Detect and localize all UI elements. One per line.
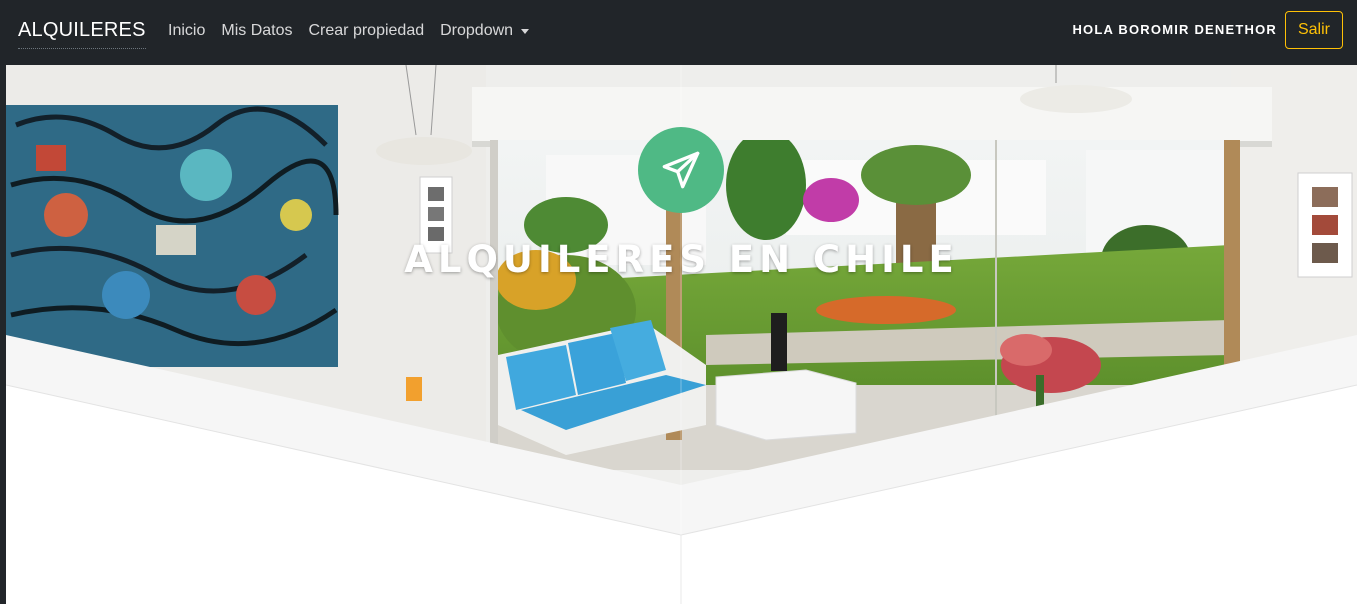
logout-button[interactable]: Salir: [1285, 11, 1343, 49]
user-greeting: HOLA BOROMIR DENETHOR: [1072, 22, 1277, 37]
top-navbar: ALQUILERES Inicio Mis Datos Crear propie…: [0, 0, 1357, 65]
nav-link-crear-propiedad[interactable]: Crear propiedad: [308, 22, 424, 40]
paper-plane-icon: [662, 151, 700, 189]
hero-title: ALQUILERES EN CHILE: [404, 238, 959, 281]
nav-link-inicio[interactable]: Inicio: [168, 22, 205, 40]
nav-links: Inicio Mis Datos Crear propiedad Dropdow…: [168, 22, 530, 40]
nav-link-mis-datos[interactable]: Mis Datos: [221, 22, 292, 40]
hero-icon-badge: [638, 127, 724, 213]
brand-link[interactable]: ALQUILERES: [18, 19, 146, 49]
dropdown-label: Dropdown: [440, 22, 514, 39]
caret-down-icon: [521, 28, 530, 34]
nav-dropdown-toggle[interactable]: Dropdown: [440, 22, 530, 40]
hero-section: ALQUILERES EN CHILE: [6, 65, 1357, 604]
